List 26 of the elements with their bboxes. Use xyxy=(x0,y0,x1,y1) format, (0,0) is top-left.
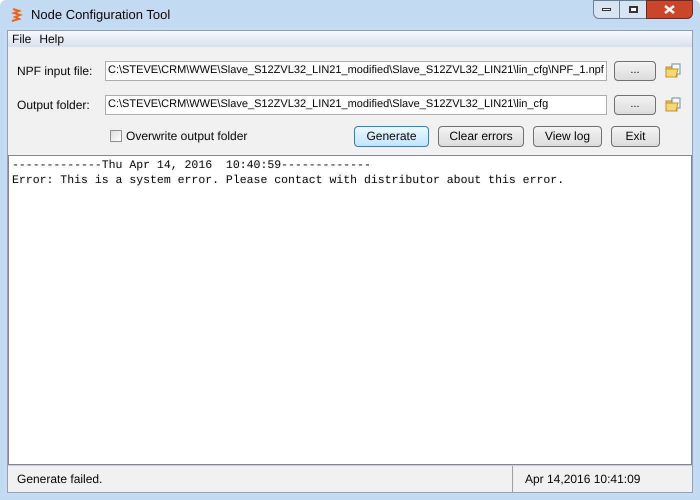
action-button[interactable]: Clear errors xyxy=(438,126,524,146)
action-button[interactable]: View log xyxy=(533,126,602,146)
action-button[interactable]: Exit xyxy=(611,126,660,146)
window-title: Node Configuration Tool xyxy=(31,6,170,24)
maximize-button[interactable] xyxy=(620,0,646,19)
close-button[interactable] xyxy=(646,0,693,19)
path-field[interactable]: C:\STEVE\CRM\WWE\Slave_S12ZVL32_LIN21_modified\Slave_S12ZVL32_LIN21\lin_cfg\NPF_1.npf xyxy=(105,60,607,80)
path-field[interactable]: C:\STEVE\CRM\WWE\Slave_S12ZVL32_LIN21_modified\Slave_S12ZVL32_LIN21\lin_cfg xyxy=(105,94,607,114)
app-logo-icon xyxy=(9,8,23,22)
menu-item[interactable]: File xyxy=(8,30,36,48)
status-time: Apr 14,2016 10:41:09 xyxy=(512,466,692,492)
field-label: NPF input file: xyxy=(17,62,94,80)
folder-icon[interactable] xyxy=(665,62,683,78)
folder-icon[interactable] xyxy=(665,96,683,112)
overwrite-checkbox[interactable] xyxy=(110,130,122,142)
field-label: Output folder: xyxy=(17,96,91,114)
status-message: Generate failed. xyxy=(16,471,104,488)
log-line: Error: This is a system error. Please contact with distributor about this error. xyxy=(12,173,564,188)
minimize-button[interactable] xyxy=(593,0,620,19)
close-icon xyxy=(664,5,675,14)
action-button[interactable]: Generate xyxy=(354,126,429,146)
log-line: -------------Thu Apr 14, 2016 10:40:59------------- xyxy=(12,158,371,173)
checkbox-label: Overwrite output folder xyxy=(126,128,248,145)
menu-item[interactable]: Help xyxy=(35,30,68,48)
browse-button[interactable]: ... xyxy=(614,94,656,114)
browse-button[interactable]: ... xyxy=(614,60,656,80)
